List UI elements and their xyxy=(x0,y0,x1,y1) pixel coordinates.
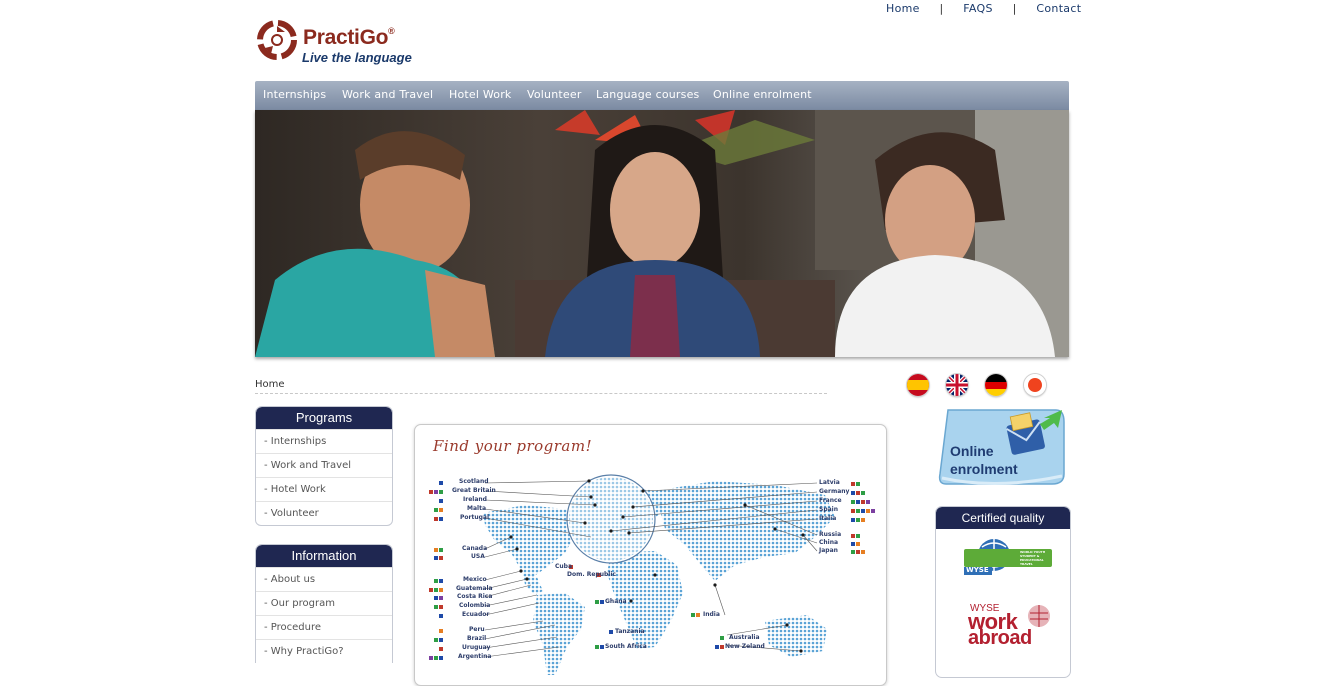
map-label[interactable]: Australia xyxy=(729,634,760,641)
map-label[interactable]: India xyxy=(703,611,720,618)
online-enrolment-button[interactable]: Online enrolment xyxy=(936,408,1070,490)
map-label[interactable]: France xyxy=(819,497,842,504)
nav-online-enrolment[interactable]: Online enrolment xyxy=(713,88,812,101)
map-label[interactable]: USA xyxy=(471,553,485,560)
map-label[interactable]: Italia xyxy=(819,515,836,522)
map-label[interactable]: Mexico xyxy=(463,576,487,583)
map-label[interactable]: Ecuador xyxy=(462,611,489,618)
german-flag-icon[interactable] xyxy=(985,374,1007,396)
wyse-work-abroad-logo[interactable]: WYSE work abroad xyxy=(966,603,1058,653)
certified-quality-title: Certified quality xyxy=(936,507,1070,529)
map-label[interactable]: Guatemala xyxy=(456,585,493,592)
breadcrumb[interactable]: Home xyxy=(255,379,285,390)
map-label[interactable]: Japan xyxy=(819,547,838,554)
information-box: Information - About us - Our program - P… xyxy=(255,544,393,663)
nav-volunteer[interactable]: Volunteer xyxy=(527,88,582,101)
programs-item-work-and-travel[interactable]: - Work and Travel xyxy=(256,453,392,477)
information-item-why-practigo[interactable]: - Why PractiGo? xyxy=(256,639,392,663)
wyse-text: WYSE xyxy=(966,566,989,574)
top-link-faqs[interactable]: FAQS xyxy=(963,2,993,15)
japan-flag-icon[interactable] xyxy=(1024,374,1046,396)
information-item-about-us[interactable]: - About us xyxy=(256,567,392,591)
wyse-conf-text: WORLD YOUTH STUDENT & EDUCATIONAL TRAVEL… xyxy=(1020,550,1046,566)
map-label[interactable]: Brazil xyxy=(467,635,486,642)
map-label[interactable]: Great Britain xyxy=(452,487,496,494)
certified-quality-box: Certified quality WYSE WORLD YOUTH STUDE… xyxy=(935,506,1071,678)
map-label[interactable]: Colombia xyxy=(459,602,490,609)
online-enrolment-line2: enrolment xyxy=(950,461,1018,477)
map-label[interactable]: New Zeland xyxy=(725,643,765,650)
program-map[interactable]: Find your program! Scotland Great Britai… xyxy=(414,424,887,686)
map-label[interactable]: Cuba xyxy=(555,563,572,570)
map-label[interactable]: Latvia xyxy=(819,479,840,486)
logo-mark-icon xyxy=(257,20,297,60)
logo[interactable]: PractiGo® Live the language xyxy=(255,16,425,68)
wyse-confederation-logo[interactable]: WYSE WORLD YOUTH STUDENT & EDUCATIONAL T… xyxy=(962,535,1054,591)
map-label[interactable]: Ghana xyxy=(605,598,627,605)
map-label[interactable]: South Africa xyxy=(605,643,647,650)
spanish-flag-icon[interactable] xyxy=(907,374,929,396)
map-label[interactable]: Malta xyxy=(467,505,486,512)
work-abroad-word2: abroad xyxy=(968,627,1032,649)
top-links: Home | FAQS | Contact xyxy=(886,2,1081,15)
map-label[interactable]: Peru xyxy=(469,626,485,633)
map-label[interactable]: Dom. Republic xyxy=(567,571,616,578)
logo-brand: PractiGo® xyxy=(303,26,395,49)
uk-flag-icon[interactable] xyxy=(946,374,968,396)
programs-title: Programs xyxy=(256,407,392,429)
programs-item-internships[interactable]: - Internships xyxy=(256,429,392,453)
information-item-our-program[interactable]: - Our program xyxy=(256,591,392,615)
top-link-separator: | xyxy=(939,2,944,15)
information-item-procedure[interactable]: - Procedure xyxy=(256,615,392,639)
programs-box: Programs - Internships - Work and Travel… xyxy=(255,406,393,526)
programs-item-volunteer[interactable]: - Volunteer xyxy=(256,501,392,525)
hero-image xyxy=(255,110,1069,357)
nav-language-courses[interactable]: Language courses xyxy=(596,88,699,101)
top-link-contact[interactable]: Contact xyxy=(1036,2,1081,15)
online-enrolment-line1: Online xyxy=(950,443,994,459)
map-label[interactable]: Uruguay xyxy=(462,644,490,651)
top-link-home[interactable]: Home xyxy=(886,2,920,15)
nav-work-and-travel[interactable]: Work and Travel xyxy=(342,88,433,101)
logo-tagline: Live the language xyxy=(302,50,412,65)
globe-icon xyxy=(1028,605,1050,627)
map-label[interactable]: Tanzania xyxy=(615,628,645,635)
top-link-separator: | xyxy=(1012,2,1017,15)
map-label[interactable]: Canada xyxy=(462,545,487,552)
map-label[interactable]: Argentina xyxy=(458,653,491,660)
map-label[interactable]: Spain xyxy=(819,506,838,513)
main-nav: Internships Work and Travel Hotel Work V… xyxy=(255,81,1069,110)
map-label[interactable]: Ireland xyxy=(463,496,487,503)
nav-internships[interactable]: Internships xyxy=(263,88,326,101)
map-label[interactable]: Portugal xyxy=(460,514,489,521)
map-label[interactable]: Costa Rica xyxy=(457,593,492,600)
programs-item-hotel-work[interactable]: - Hotel Work xyxy=(256,477,392,501)
breadcrumb-divider xyxy=(255,393,827,394)
nav-hotel-work[interactable]: Hotel Work xyxy=(449,88,512,101)
information-title: Information xyxy=(256,545,392,567)
map-label[interactable]: Germany xyxy=(819,488,849,495)
map-label[interactable]: China xyxy=(819,539,838,546)
map-label[interactable]: Russia xyxy=(819,531,841,538)
map-label[interactable]: Scotland xyxy=(459,478,489,485)
